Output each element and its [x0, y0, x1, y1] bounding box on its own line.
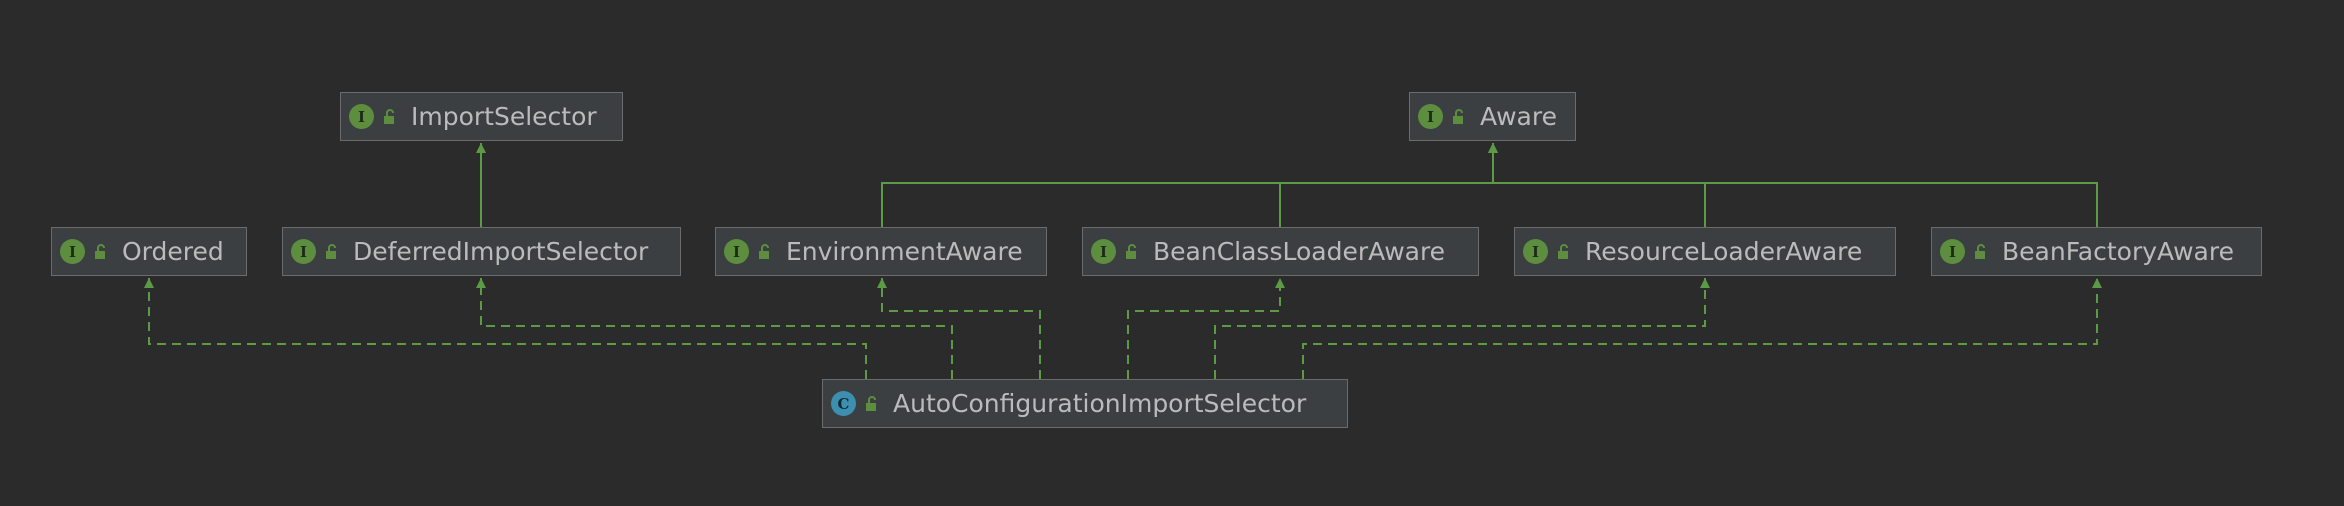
edge-environment-aware-to-aware: [881, 143, 1498, 227]
node-bean-factory-aware[interactable]: I BeanFactoryAware: [1931, 227, 2262, 276]
node-label: EnvironmentAware: [786, 237, 1023, 266]
edge-resource-loader-aware-to-aware: [1488, 143, 1706, 227]
interface-icon: I: [1523, 239, 1548, 264]
unlock-icon: [326, 243, 336, 259]
interface-icon: I: [1940, 239, 1965, 264]
node-label: Aware: [1480, 102, 1557, 131]
interface-icon: I: [349, 104, 374, 129]
node-deferred-import-selector[interactable]: I DeferredImportSelector: [282, 227, 681, 276]
node-label: AutoConfigurationImportSelector: [893, 389, 1307, 418]
node-bean-class-loader-aware[interactable]: I BeanClassLoaderAware: [1082, 227, 1479, 276]
unlock-icon: [384, 108, 394, 124]
edge-auto-config-to-ordered: [144, 278, 867, 379]
unlock-icon: [1453, 108, 1463, 124]
class-icon: C: [831, 391, 856, 416]
edge-auto-config-to-resource-loader-aware: [1214, 278, 1710, 379]
interface-icon: I: [291, 239, 316, 264]
unlock-icon: [759, 243, 769, 259]
unlock-icon: [1558, 243, 1568, 259]
node-auto-configuration-import-selector[interactable]: C AutoConfigurationImportSelector: [822, 379, 1348, 428]
node-label: DeferredImportSelector: [353, 237, 649, 266]
interface-icon: I: [724, 239, 749, 264]
node-aware[interactable]: I Aware: [1409, 92, 1576, 141]
unlock-icon: [1126, 243, 1136, 259]
edge-auto-config-to-bean-class-loader-aware: [1127, 278, 1285, 379]
node-label: ImportSelector: [411, 102, 597, 131]
node-environment-aware[interactable]: I EnvironmentAware: [715, 227, 1047, 276]
interface-icon: I: [1091, 239, 1116, 264]
node-import-selector[interactable]: I ImportSelector: [340, 92, 623, 141]
unlock-icon: [1975, 243, 1985, 259]
unlock-icon: [95, 243, 105, 259]
node-label: BeanFactoryAware: [2002, 237, 2234, 266]
node-label: ResourceLoaderAware: [1585, 237, 1863, 266]
edge-bean-factory-aware-to-aware: [1488, 143, 2098, 227]
node-resource-loader-aware[interactable]: I ResourceLoaderAware: [1514, 227, 1896, 276]
interface-icon: I: [1418, 104, 1443, 129]
node-ordered[interactable]: I Ordered: [51, 227, 247, 276]
unlock-icon: [866, 395, 876, 411]
node-label: Ordered: [122, 237, 224, 266]
interface-icon: I: [60, 239, 85, 264]
edge-auto-config-to-environment-aware: [877, 278, 1041, 379]
node-label: BeanClassLoaderAware: [1153, 237, 1446, 266]
edge-auto-config-to-bean-factory-aware: [1302, 278, 2102, 379]
edge-bean-class-loader-aware-to-aware: [1279, 143, 1498, 227]
